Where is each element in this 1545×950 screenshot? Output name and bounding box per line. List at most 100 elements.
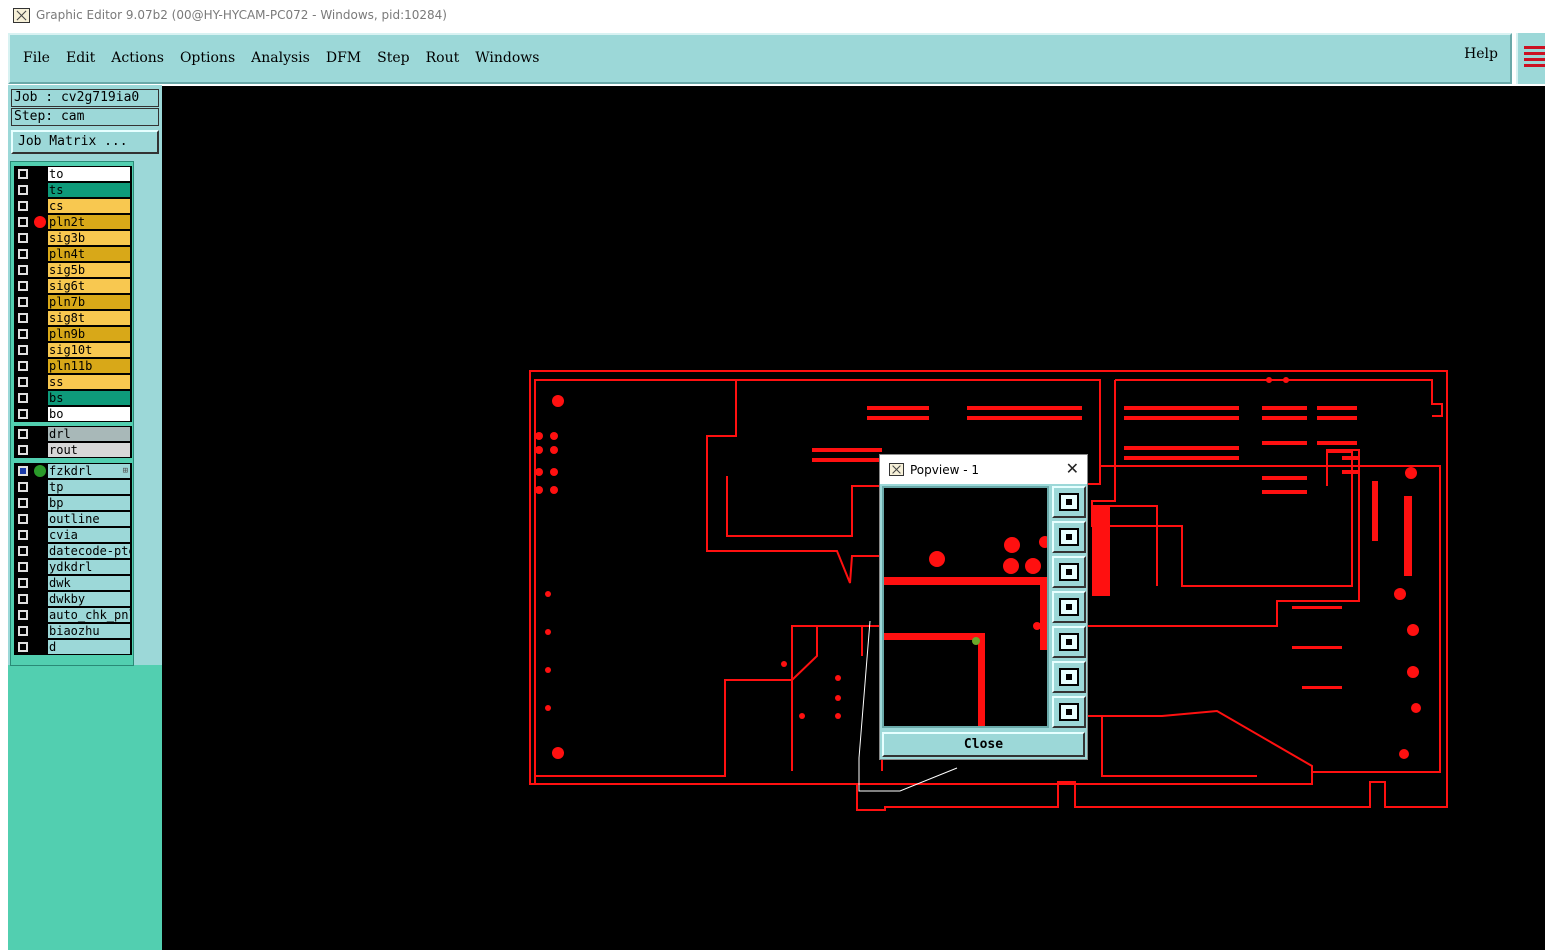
layer-name[interactable]: sig10t [48, 343, 130, 357]
layer-checkbox[interactable] [18, 482, 28, 492]
layer-expand-icon[interactable]: ⊞ [123, 464, 128, 478]
layer-checkbox[interactable] [18, 201, 28, 211]
layer-checkbox[interactable] [18, 514, 28, 524]
layer-checkbox[interactable] [18, 578, 28, 588]
layer-checkbox[interactable] [18, 530, 28, 540]
layer-row-d[interactable]: d [14, 639, 132, 655]
menu-dfm[interactable]: DFM [318, 50, 369, 66]
menu-options[interactable]: Options [172, 50, 243, 66]
layer-name[interactable]: dwkby [48, 592, 130, 606]
pan-right-button[interactable] [1052, 626, 1086, 658]
popview-canvas[interactable] [882, 486, 1049, 728]
layer-row-to[interactable]: to [14, 166, 132, 182]
layer-checkbox[interactable] [18, 313, 28, 323]
layer-checkbox[interactable] [18, 594, 28, 604]
layer-row-outline[interactable]: outline [14, 511, 132, 527]
layer-row-fzkdrl[interactable]: fzkdrl ⊞ [14, 463, 132, 479]
layer-checkbox[interactable] [18, 265, 28, 275]
layer-checkbox[interactable] [18, 626, 28, 636]
layer-checkbox[interactable] [18, 429, 28, 439]
layer-name[interactable]: bp [48, 496, 130, 510]
layer-checkbox[interactable] [18, 329, 28, 339]
layer-row-pln2t[interactable]: pln2t [14, 214, 132, 230]
layer-row-dwk[interactable]: dwk [14, 575, 132, 591]
layer-checkbox[interactable] [18, 546, 28, 556]
layer-name[interactable]: ydkdrl [48, 560, 130, 574]
layer-name[interactable]: dwk [48, 576, 130, 590]
layer-row-ss[interactable]: ss [14, 374, 132, 390]
layer-checkbox[interactable] [18, 297, 28, 307]
pan-left-button[interactable] [1052, 591, 1086, 623]
layer-row-datecode-pte[interactable]: datecode-pte [14, 543, 132, 559]
layer-row-bo[interactable]: bo [14, 406, 132, 422]
layer-checkbox[interactable] [18, 498, 28, 508]
job-matrix-button[interactable]: Job Matrix ... [11, 130, 159, 154]
layer-row-drl[interactable]: drl [14, 426, 132, 442]
layer-checkbox[interactable] [18, 169, 28, 179]
layer-checkbox[interactable] [18, 361, 28, 371]
layer-row-ts[interactable]: ts [14, 182, 132, 198]
layer-checkbox[interactable] [18, 249, 28, 259]
layer-checkbox[interactable] [18, 466, 28, 476]
layer-row-sig3b[interactable]: sig3b [14, 230, 132, 246]
menu-edit[interactable]: Edit [58, 50, 103, 66]
layer-name[interactable]: rout [48, 443, 130, 457]
layer-name[interactable]: pln9b [48, 327, 130, 341]
layer-row-tp[interactable]: tp [14, 479, 132, 495]
zoom-in-button[interactable] [1052, 661, 1086, 693]
layer-name[interactable]: ts [48, 183, 130, 197]
layer-checkbox[interactable] [18, 217, 28, 227]
layer-name[interactable]: bs [48, 391, 130, 405]
layer-checkbox[interactable] [18, 393, 28, 403]
layer-checkbox[interactable] [18, 445, 28, 455]
layer-checkbox[interactable] [18, 642, 28, 652]
layer-name[interactable]: outline [48, 512, 130, 526]
layer-name[interactable]: pln11b [48, 359, 130, 373]
layer-row-ydkdrl[interactable]: ydkdrl [14, 559, 132, 575]
layer-name[interactable]: sig5b [48, 263, 130, 277]
menu-help[interactable]: Help [1464, 46, 1498, 62]
layer-row-cs[interactable]: cs [14, 198, 132, 214]
layer-row-biaozhu[interactable]: biaozhu [14, 623, 132, 639]
layer-row-dwkby[interactable]: dwkby [14, 591, 132, 607]
layer-row-bs[interactable]: bs [14, 390, 132, 406]
layer-checkbox[interactable] [18, 377, 28, 387]
graphic-canvas[interactable] [162, 86, 1545, 950]
layer-name[interactable]: ss [48, 375, 130, 389]
layer-name[interactable]: biaozhu [48, 624, 130, 638]
menu-step[interactable]: Step [369, 50, 417, 66]
layer-name[interactable]: sig3b [48, 231, 130, 245]
layer-row-pln7b[interactable]: pln7b [14, 294, 132, 310]
layer-name[interactable]: datecode-pte [48, 544, 130, 558]
layer-name[interactable]: auto_chk_pnl [48, 608, 130, 622]
layer-name[interactable]: bo [48, 407, 130, 421]
layer-row-pln9b[interactable]: pln9b [14, 326, 132, 342]
layer-name[interactable]: cs [48, 199, 130, 213]
layer-name[interactable]: d [48, 640, 130, 654]
layer-row-sig5b[interactable]: sig5b [14, 262, 132, 278]
pan-down-button[interactable] [1052, 556, 1086, 588]
zoom-out-button[interactable] [1052, 696, 1086, 728]
menu-windows[interactable]: Windows [467, 50, 547, 66]
layer-checkbox[interactable] [18, 185, 28, 195]
layer-row-sig8t[interactable]: sig8t [14, 310, 132, 326]
layer-name[interactable]: tp [48, 480, 130, 494]
pan-up-button[interactable] [1052, 521, 1086, 553]
close-icon[interactable]: ✕ [1066, 459, 1079, 478]
layer-checkbox[interactable] [18, 345, 28, 355]
layer-name[interactable]: sig8t [48, 311, 130, 325]
layer-name[interactable]: pln2t [48, 215, 130, 229]
layer-name[interactable]: fzkdrl ⊞ [48, 464, 130, 478]
layer-name[interactable]: pln7b [48, 295, 130, 309]
layer-row-pln11b[interactable]: pln11b [14, 358, 132, 374]
layer-row-cvia[interactable]: cvia [14, 527, 132, 543]
layer-row-rout[interactable]: rout [14, 442, 132, 458]
layer-name[interactable]: drl [48, 427, 130, 441]
popview-close-button[interactable]: Close [882, 732, 1085, 757]
layer-name[interactable]: cvia [48, 528, 130, 542]
layer-checkbox[interactable] [18, 610, 28, 620]
menu-analysis[interactable]: Analysis [243, 50, 318, 66]
layer-name[interactable]: to [48, 167, 130, 181]
layer-checkbox[interactable] [18, 233, 28, 243]
layer-checkbox[interactable] [18, 281, 28, 291]
